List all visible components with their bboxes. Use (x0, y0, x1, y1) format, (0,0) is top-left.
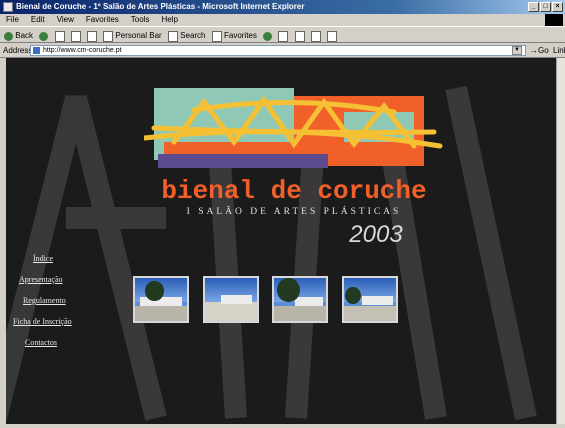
page-content: bienal de coruche I SALÃO DE ARTES PLÁST… (6, 58, 556, 424)
home-button[interactable] (86, 27, 97, 44)
menu-bar: File Edit View Favorites Tools Help (0, 14, 565, 26)
search-icon (167, 30, 178, 42)
title-bar: Bienal de Coruche - 1º Salão de Artes Pl… (0, 0, 565, 14)
logo-title: bienal de coruche (161, 176, 426, 206)
menu-help[interactable]: Help (161, 15, 177, 24)
menu-favorites[interactable]: Favorites (86, 15, 119, 24)
discuss-button[interactable] (327, 27, 338, 44)
history-icon (263, 31, 273, 41)
address-bar: Address http://www.cm-coruche.pt ▼ →Go L… (0, 43, 565, 58)
history-button[interactable] (263, 27, 273, 44)
ie-icon (3, 2, 13, 12)
mail-button[interactable] (278, 27, 289, 44)
page-icon (33, 47, 40, 54)
personal-bar-icon (103, 30, 114, 42)
discuss-icon (327, 30, 338, 42)
go-label: Go (538, 46, 549, 55)
menu-view[interactable]: View (57, 15, 74, 24)
windows-logo-icon (545, 14, 563, 26)
thumbnail-photo[interactable] (272, 276, 328, 323)
logo-purple-band (158, 154, 328, 168)
status-bar (0, 424, 565, 428)
nav-ficha-inscricao[interactable]: Ficha de Inscrição (13, 317, 72, 326)
menu-edit[interactable]: Edit (31, 15, 45, 24)
favorites-label: Favorites (223, 31, 257, 41)
window-controls: _ □ × (528, 2, 563, 12)
links-label[interactable]: Link (553, 43, 565, 58)
mail-icon (278, 30, 289, 42)
logo-subtitle: I SALÃO DE ARTES PLÁSTICAS (187, 205, 402, 217)
address-dropdown-button[interactable]: ▼ (512, 46, 522, 55)
edit-icon (310, 30, 321, 42)
nav-apresentacao[interactable]: Apresentação (19, 275, 63, 284)
refresh-button[interactable] (70, 27, 81, 44)
address-url: http://www.cm-coruche.pt (43, 47, 122, 54)
thumbnail-photo[interactable] (133, 276, 189, 323)
search-button[interactable]: Search (167, 27, 206, 44)
vertical-scrollbar[interactable] (556, 58, 565, 424)
browser-window: Bienal de Coruche - 1º Salão de Artes Pl… (0, 0, 565, 428)
personal-bar-label: Personal Bar (115, 31, 162, 41)
menu-tools[interactable]: Tools (131, 15, 150, 24)
print-button[interactable] (294, 27, 305, 44)
edit-button[interactable] (310, 27, 321, 44)
window-title: Bienal de Coruche - 1º Salão de Artes Pl… (16, 2, 305, 11)
favorites-icon (211, 30, 222, 42)
thumbnail-photo[interactable] (342, 276, 398, 323)
bienal-logo: bienal de coruche I SALÃO DE ARTES PLÁST… (144, 88, 443, 248)
back-label: Back (15, 31, 34, 41)
address-input[interactable]: http://www.cm-coruche.pt (30, 45, 526, 56)
nav-regulamento[interactable]: Regulamento (23, 296, 66, 305)
stop-button[interactable] (54, 27, 65, 44)
back-arrow-icon (4, 31, 13, 41)
minimize-button[interactable]: _ (528, 2, 539, 12)
maximize-button[interactable]: □ (540, 2, 551, 12)
nav-indice[interactable]: Índice (33, 254, 53, 263)
thumbnail-photo[interactable] (203, 276, 259, 323)
go-button[interactable]: →Go (530, 43, 549, 58)
stop-icon (54, 30, 65, 42)
personal-bar-button[interactable]: Personal Bar (103, 27, 162, 44)
logo-year: 2003 (348, 221, 403, 248)
home-icon (86, 30, 97, 42)
refresh-icon (70, 30, 81, 42)
toolbar: Back Personal Bar Search Favorites (0, 26, 565, 43)
menu-file[interactable]: File (6, 15, 19, 24)
favorites-button[interactable]: Favorites (211, 27, 257, 44)
address-label: Address (3, 46, 33, 55)
forward-button[interactable] (39, 27, 49, 44)
forward-arrow-icon (39, 31, 49, 41)
print-icon (294, 30, 305, 42)
search-label: Search (180, 31, 206, 41)
back-button[interactable]: Back (4, 27, 33, 44)
close-button[interactable]: × (552, 2, 563, 12)
nav-contactos[interactable]: Contactos (25, 338, 57, 347)
